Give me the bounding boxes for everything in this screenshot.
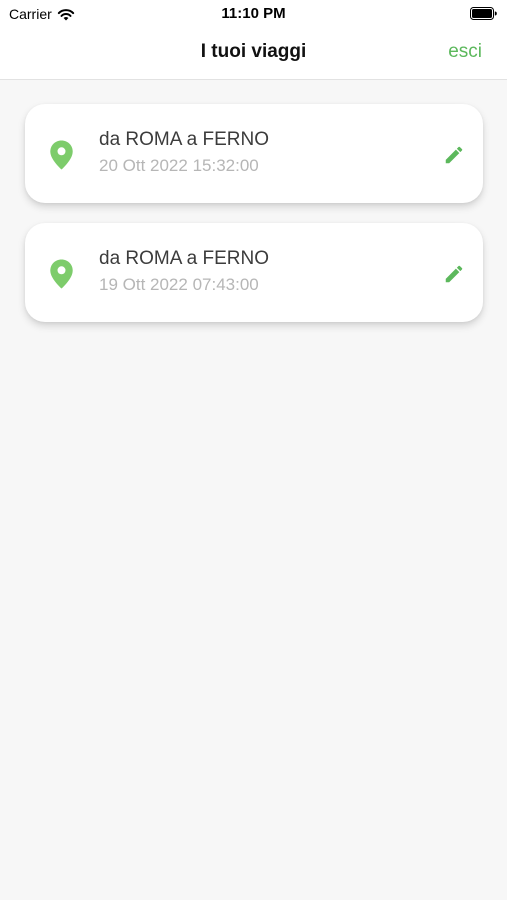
page-title: I tuoi viaggi [200,41,307,62]
top-bar: Carrier 11:10 PM I tuoi viaggi esci [0,0,507,80]
status-time: 11:10 PM [221,5,286,22]
battery-icon [470,7,497,20]
navigation-bar: I tuoi viaggi esci [0,28,507,79]
status-bar: Carrier 11:10 PM [0,0,507,28]
location-pin-icon [50,259,73,289]
pencil-edit-icon[interactable] [443,263,465,285]
trip-card[interactable]: da ROMA a FERNO 20 Ott 2022 15:32:00 [25,104,483,203]
trip-date: 19 Ott 2022 07:43:00 [99,275,259,294]
pencil-edit-icon[interactable] [443,144,465,166]
location-pin-icon [50,140,73,170]
trip-route: da ROMA a FERNO [99,129,269,150]
trip-card[interactable]: da ROMA a FERNO 19 Ott 2022 07:43:00 [25,223,483,322]
trip-route: da ROMA a FERNO [99,248,269,269]
logout-button[interactable]: esci [448,41,482,63]
trip-list: da ROMA a FERNO 20 Ott 2022 15:32:00 da … [25,104,483,342]
trip-date: 20 Ott 2022 15:32:00 [99,156,259,175]
